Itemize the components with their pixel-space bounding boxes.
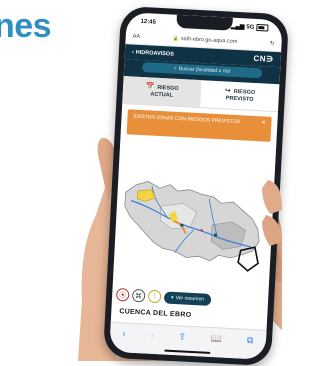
status-time: 12:45 [140, 18, 157, 26]
browser-toolbar: ‹ › ⇪ 📖 ⧉ [109, 321, 267, 360]
info-icon[interactable]: ! [147, 289, 162, 304]
back-icon[interactable]: ‹ [122, 328, 126, 338]
url-display[interactable]: 🔒 saih-ebro.go-aqua.com [172, 36, 237, 45]
tab-label-line2: ACTUAL [150, 90, 174, 99]
pin-icon[interactable]: ⦿ [115, 287, 130, 302]
lock-icon: 🔒 [172, 35, 180, 42]
tab-riesgo-previsto[interactable]: ↪ RIESGO PREVISTO [200, 80, 279, 111]
summary-label: Ver resumen [175, 294, 205, 303]
summary-button[interactable]: ▾ Ver resumen [163, 290, 212, 306]
section-title: CUENCA DEL EBRO [119, 308, 192, 319]
status-indicators: ▂▄▆ 5G [231, 23, 269, 32]
forward-icon[interactable]: › [150, 330, 154, 340]
back-arrow-icon: ‹ [131, 48, 134, 56]
tab-riesgo-actual[interactable]: 📅 RIESGO ACTUAL [122, 76, 202, 108]
back-link-label: HIDROAVISOS [135, 49, 174, 58]
share-sheet-icon[interactable]: ⇪ [178, 331, 186, 342]
risk-alert-banner: EXISTEN ZONAS CON RIESGOS PREVISTOS × [126, 109, 272, 142]
url-text: saih-ebro.go-aqua.com [180, 36, 238, 45]
network-label: 5G [246, 23, 255, 31]
battery-icon [256, 23, 269, 32]
search-input[interactable]: ⌕ Buscar (localidad o río) [141, 62, 263, 79]
search-placeholder: Buscar (localidad o río) [178, 65, 231, 75]
signal-icon: ▂▄▆ [230, 23, 245, 31]
tab-label-line2: PREVISTO [225, 94, 254, 103]
reload-icon[interactable]: ↻ [270, 41, 275, 47]
back-link[interactable]: ‹ HIDROAVISOS [132, 49, 174, 57]
map-controls: ⦿ ⌘ ! ▾ Ver resumen [115, 287, 212, 306]
close-icon[interactable]: × [261, 119, 265, 126]
brand-logo: CN∋ [253, 53, 274, 64]
tabs-icon[interactable]: ⧉ [247, 335, 254, 346]
share-icon[interactable]: ⌘ [131, 288, 146, 303]
phone-screen: 12:45 ▂▄▆ 5G AA 🔒 saih-ebro.go-aqua.com … [109, 12, 283, 360]
phone-device: 12:45 ▂▄▆ 5G AA 🔒 saih-ebro.go-aqua.com … [102, 5, 290, 366]
alert-text: EXISTEN ZONAS CON RIESGOS PREVISTOS [133, 113, 241, 126]
bookmarks-icon[interactable]: 📖 [211, 333, 223, 345]
basin-map[interactable] [113, 160, 275, 288]
chevron-down-icon: ▾ [170, 294, 174, 301]
search-icon: ⌕ [173, 65, 177, 72]
text-size-button[interactable]: AA [133, 33, 141, 39]
